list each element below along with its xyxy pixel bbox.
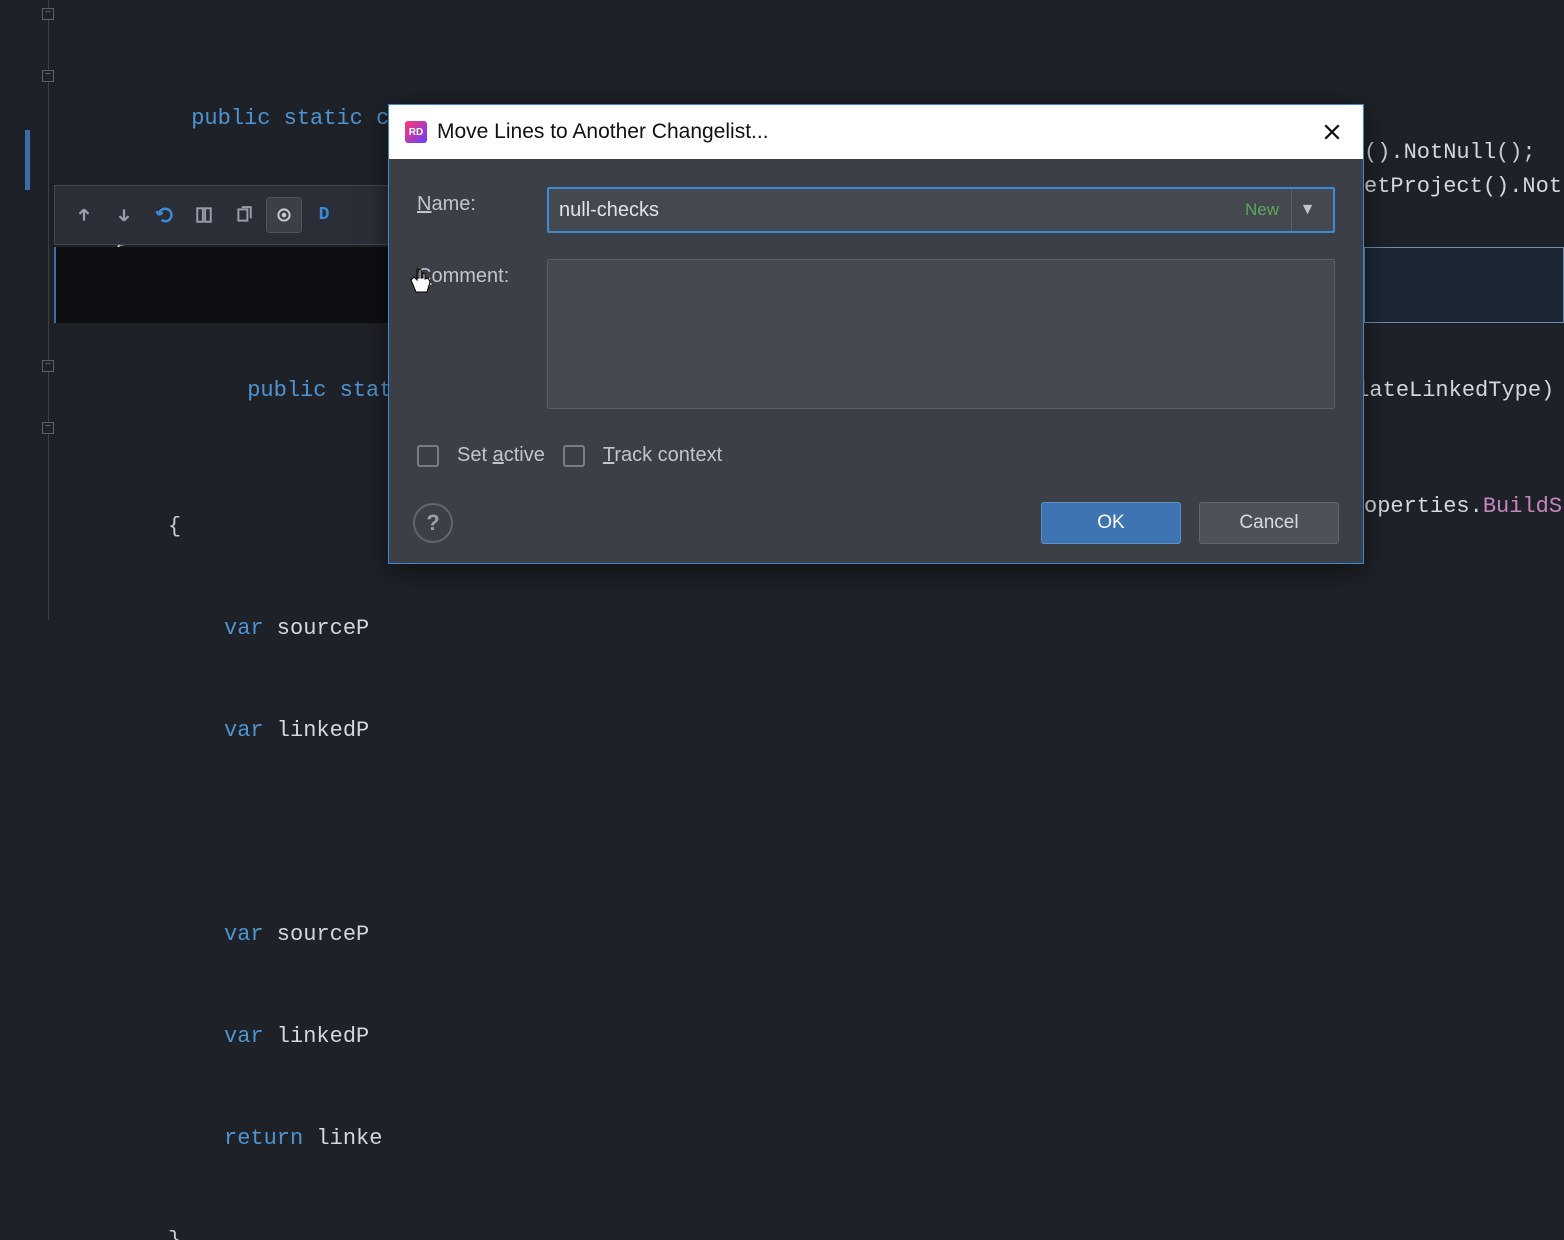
move-lines-dialog: Move Lines to Another Changelist... Name…	[388, 104, 1364, 564]
code-fragment: ().NotNull();	[1364, 136, 1536, 170]
gutter-change-marker	[25, 130, 30, 190]
changelist-name-field[interactable]: New ▼	[547, 187, 1335, 233]
fold-mark-icon[interactable]: −	[42, 70, 54, 82]
changelist-name-input[interactable]	[559, 199, 1245, 222]
fold-mark-icon[interactable]: −	[42, 360, 54, 372]
set-active-checkbox[interactable]	[417, 445, 439, 467]
comment-textarea[interactable]	[547, 259, 1335, 409]
dropdown-arrow-icon[interactable]: ▼	[1291, 189, 1323, 231]
new-badge: New	[1245, 200, 1279, 220]
next-change-icon[interactable]	[107, 198, 141, 232]
cancel-button[interactable]: Cancel	[1199, 502, 1339, 544]
fold-mark-icon[interactable]: −	[42, 8, 54, 20]
ok-button[interactable]: OK	[1041, 502, 1181, 544]
code-fragment: operties.BuildS	[1364, 490, 1562, 524]
diff-highlight	[1364, 247, 1564, 323]
diff-icon[interactable]	[187, 198, 221, 232]
close-icon[interactable]	[1317, 117, 1347, 147]
help-icon[interactable]: ?	[413, 503, 453, 543]
rollback-icon[interactable]	[147, 198, 181, 232]
code-fragment: etProject().Not	[1364, 170, 1562, 204]
comment-label: Comment:	[417, 259, 537, 421]
name-label: Name:	[417, 187, 537, 245]
rider-app-icon	[405, 121, 427, 143]
prev-change-icon[interactable]	[67, 198, 101, 232]
toolbar-letter[interactable]: D	[307, 198, 341, 232]
copy-icon[interactable]	[227, 198, 261, 232]
move-to-changelist-icon[interactable]	[267, 198, 301, 232]
dialog-title: Move Lines to Another Changelist...	[437, 120, 769, 144]
diff-toolbar: D	[54, 185, 394, 245]
editor-gutter: − − − −	[0, 0, 60, 620]
set-active-label: Set active	[457, 444, 545, 467]
track-context-checkbox[interactable]	[563, 445, 585, 467]
track-context-label: Track context	[603, 444, 722, 467]
fold-mark-icon[interactable]: −	[42, 422, 54, 434]
dialog-titlebar[interactable]: Move Lines to Another Changelist...	[389, 105, 1363, 159]
